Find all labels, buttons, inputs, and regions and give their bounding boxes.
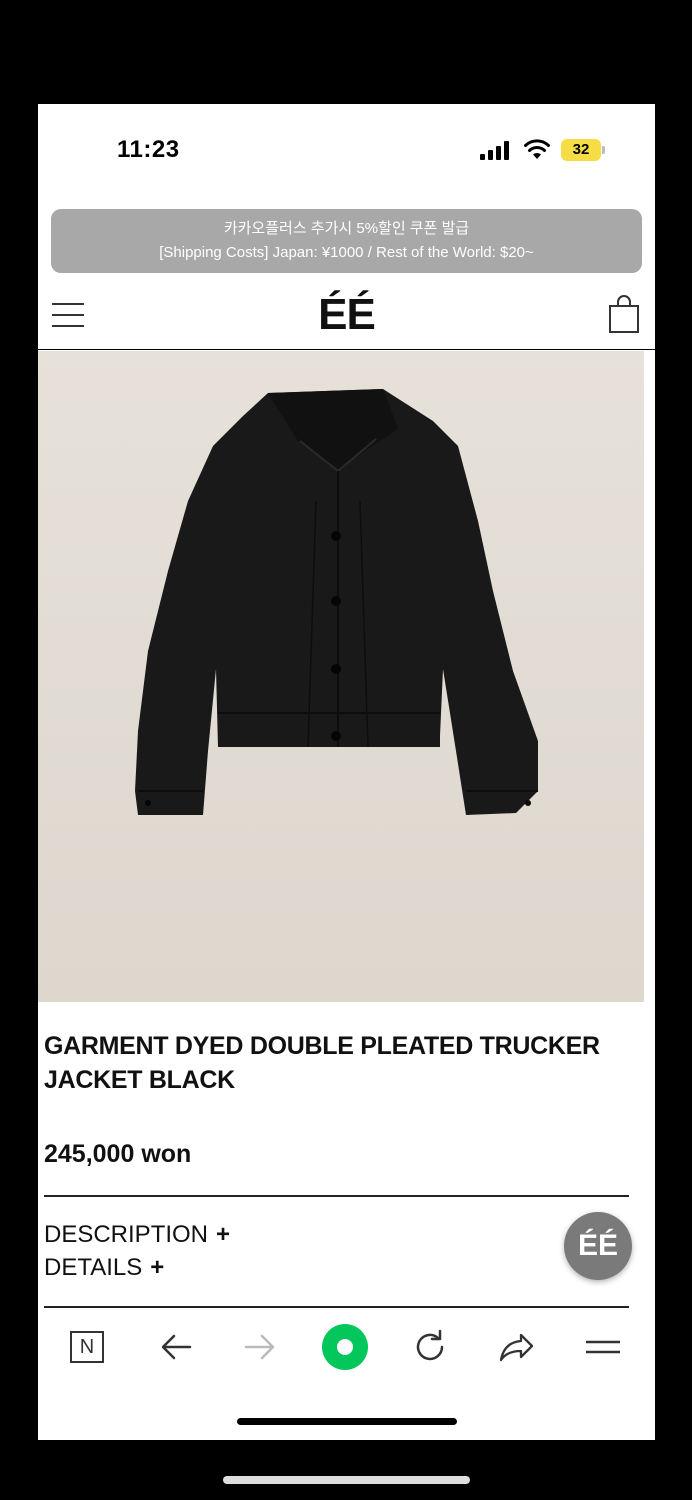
battery-cap: [602, 146, 605, 154]
announcement-line-2: [Shipping Costs] Japan: ¥1000 / Rest of …: [159, 244, 534, 261]
n-icon[interactable]: N: [70, 1331, 104, 1363]
wifi-icon: [524, 139, 550, 159]
details-toggle[interactable]: DETAILS +: [44, 1254, 164, 1282]
product-title: GARMENT DYED DOUBLE PLEATED TRUCKER JACK…: [44, 1032, 600, 1094]
plus-icon: +: [150, 1254, 165, 1281]
browser-toolbar: N: [38, 1309, 655, 1389]
menu-icon[interactable]: [583, 1327, 623, 1367]
description-label: DESCRIPTION: [44, 1221, 209, 1248]
phone-screen: 11:23 32 카카오플러스 추가시 5%할인 쿠폰 발급 [Shipping…: [38, 104, 655, 1440]
brand-logo[interactable]: ÉÉ: [38, 290, 655, 340]
battery-indicator: 32: [561, 139, 601, 161]
announcement-line-1: 카카오플러스 추가시 5%할인 쿠폰 발급: [223, 220, 470, 237]
status-bar: 11:23 32: [38, 104, 655, 199]
status-time: 11:23: [117, 136, 180, 163]
refresh-icon[interactable]: [411, 1327, 451, 1367]
product-image[interactable]: [38, 351, 644, 1002]
forward-arrow-icon[interactable]: [240, 1327, 280, 1367]
product-price: 245,000 won: [44, 1140, 192, 1168]
share-icon[interactable]: [497, 1327, 537, 1367]
shopping-bag-icon[interactable]: [608, 294, 640, 334]
floating-brand-button[interactable]: ÉÉ: [564, 1212, 632, 1280]
details-label: DETAILS: [44, 1254, 143, 1281]
plus-icon: +: [216, 1221, 231, 1248]
outer-home-bar: [223, 1476, 470, 1484]
divider-bottom: [44, 1306, 629, 1308]
cellular-signal-icon: [480, 140, 512, 160]
description-toggle[interactable]: DESCRIPTION +: [44, 1221, 230, 1249]
back-arrow-icon[interactable]: [156, 1327, 196, 1367]
site-header: ÉÉ: [38, 284, 655, 350]
divider-top: [44, 1195, 629, 1197]
home-indicator[interactable]: [237, 1418, 457, 1425]
jacket-illustration: [38, 351, 644, 1002]
announcement-banner[interactable]: 카카오플러스 추가시 5%할인 쿠폰 발급 [Shipping Costs] J…: [51, 209, 642, 273]
home-icon[interactable]: [322, 1324, 368, 1370]
